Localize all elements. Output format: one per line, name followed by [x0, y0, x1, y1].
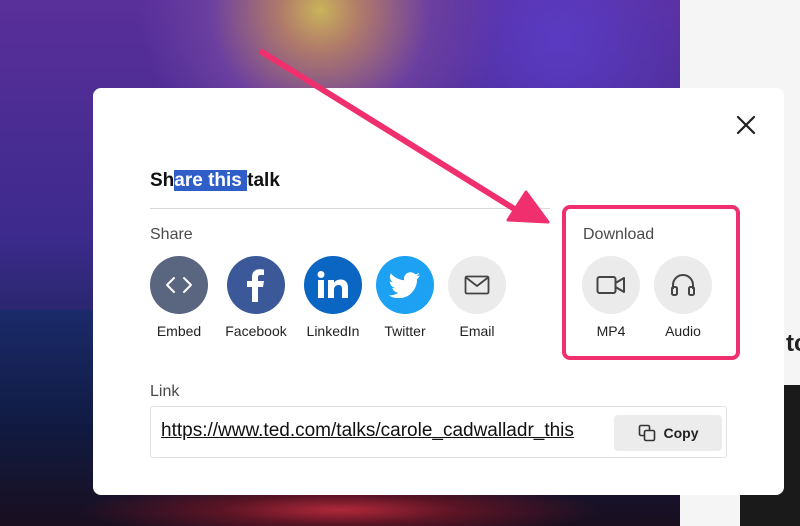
share-facebook-button[interactable]: Facebook: [216, 256, 296, 339]
share-embed-button[interactable]: Embed: [139, 256, 219, 339]
share-dialog: Share this talk Share Download Embed Fac…: [93, 88, 784, 495]
twitter-icon: [389, 272, 420, 298]
link-section-label: Link: [150, 383, 180, 400]
share-url-text[interactable]: https://www.ted.com/talks/carole_cadwall…: [161, 420, 616, 442]
share-linkedin-button[interactable]: LinkedIn: [293, 256, 373, 339]
linkedin-icon: [317, 271, 348, 298]
code-icon: [166, 277, 192, 293]
video-camera-icon: [596, 276, 625, 294]
share-twitter-button[interactable]: Twitter: [365, 256, 445, 339]
title-prefix: Sh: [150, 170, 175, 191]
title-selection: are this: [174, 170, 248, 191]
close-icon: [736, 115, 756, 135]
copy-link-button[interactable]: Copy: [614, 415, 722, 451]
title-divider: [150, 208, 550, 209]
facebook-icon: [247, 269, 264, 302]
copy-icon: [638, 424, 655, 442]
share-option-label: Embed: [156, 323, 202, 339]
share-section-label: Share: [150, 226, 193, 243]
share-option-label: LinkedIn: [306, 323, 360, 339]
share-option-label: Facebook: [225, 323, 287, 339]
download-option-label: Audio: [665, 323, 701, 339]
download-option-label: MP4: [596, 323, 626, 339]
title-suffix: talk: [247, 170, 280, 191]
download-section-label: Download: [583, 226, 655, 243]
side-heading-fragment: tc: [786, 330, 800, 357]
link-field: https://www.ted.com/talks/carole_cadwall…: [150, 406, 727, 458]
share-option-label: Twitter: [384, 323, 426, 339]
share-email-button[interactable]: Email: [437, 256, 517, 339]
mail-icon: [464, 275, 490, 295]
share-option-label: Email: [459, 323, 495, 339]
download-mp4-button[interactable]: MP4: [571, 256, 651, 339]
copy-button-label: Copy: [663, 425, 699, 441]
dialog-title: Share this talk: [150, 170, 280, 192]
download-audio-button[interactable]: Audio: [643, 256, 723, 339]
headphones-icon: [671, 273, 695, 296]
close-button[interactable]: [735, 114, 757, 136]
